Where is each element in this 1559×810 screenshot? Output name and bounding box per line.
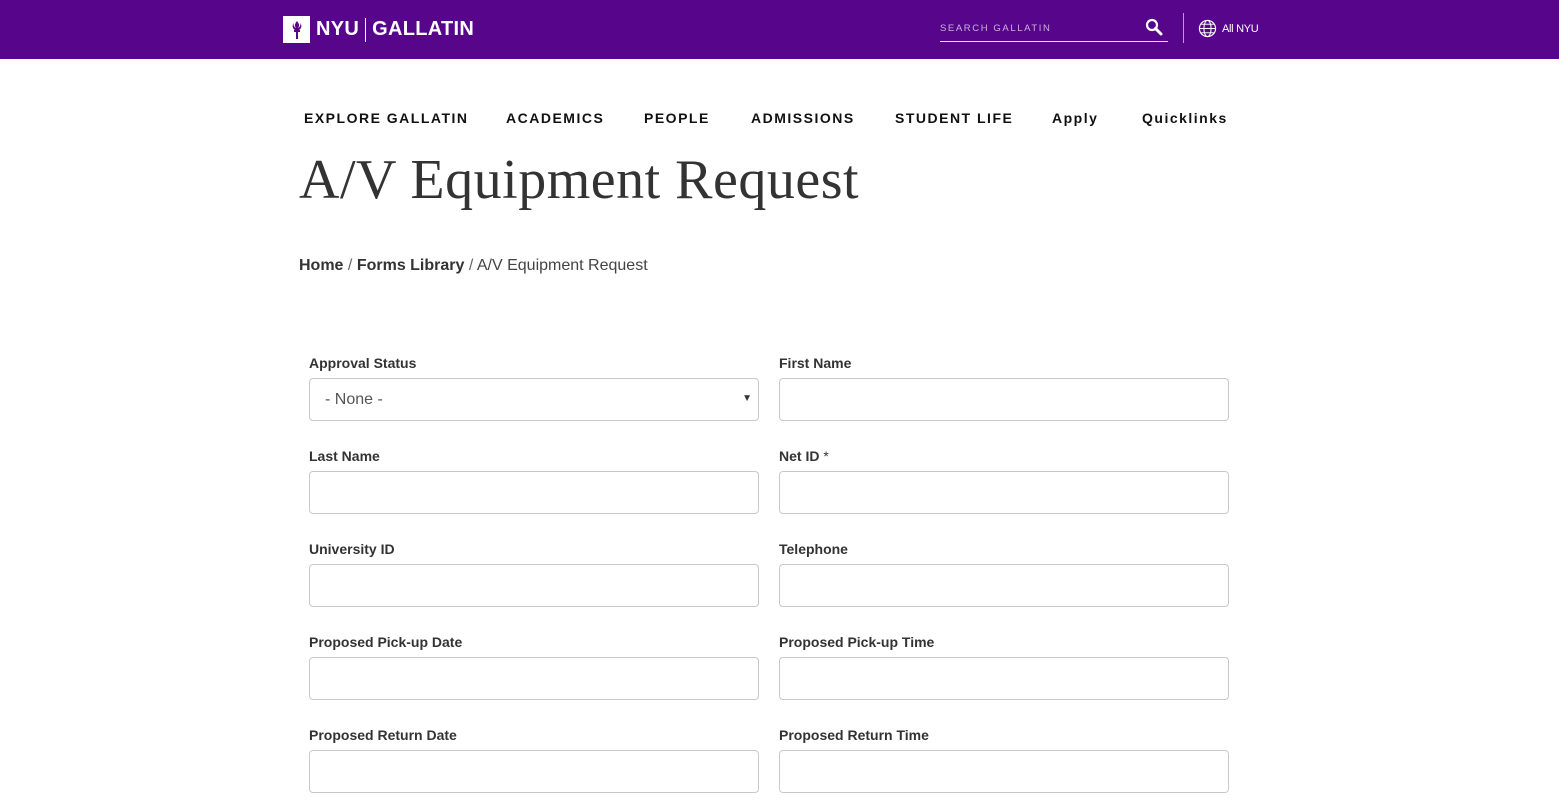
logo-nyu-text: NYU <box>316 18 360 40</box>
all-nyu-link[interactable]: All NYU <box>1198 19 1259 38</box>
net-id-label-row: Net ID * <box>779 447 1229 465</box>
telephone-input[interactable] <box>779 564 1229 607</box>
globe-icon <box>1198 19 1217 38</box>
approval-status-select[interactable]: - None - ▼ <box>309 378 759 421</box>
caret-down-icon: ▼ <box>742 393 752 404</box>
telephone-label: Telephone <box>779 541 848 557</box>
nav-people[interactable]: PEOPLE <box>644 110 710 126</box>
return-date-label: Proposed Return Date <box>309 727 457 743</box>
last-name-input[interactable] <box>309 471 759 514</box>
return-date-input[interactable] <box>309 750 759 793</box>
university-id-label: University ID <box>309 541 395 557</box>
breadcrumb-home[interactable]: Home <box>299 257 343 274</box>
first-name-input[interactable] <box>779 378 1229 421</box>
top-bar: NYU GALLATIN All NYU <box>0 0 1559 59</box>
search-input[interactable] <box>940 18 1135 38</box>
nav-quicklinks[interactable]: Quicklinks <box>1142 110 1228 126</box>
return-time-label: Proposed Return Time <box>779 727 929 743</box>
telephone-field: Telephone <box>779 540 1229 607</box>
nav-academics[interactable]: ACADEMICS <box>506 110 604 126</box>
nav-apply[interactable]: Apply <box>1052 110 1098 126</box>
nyu-torch-icon <box>283 16 310 43</box>
logo-divider <box>365 17 367 42</box>
required-marker: * <box>823 448 829 464</box>
return-time-field: Proposed Return Time <box>779 726 1229 793</box>
nav-student-life[interactable]: STUDENT LIFE <box>895 110 1013 126</box>
breadcrumb: Home / Forms Library / A/V Equipment Req… <box>299 257 648 275</box>
breadcrumb-separator: / <box>468 257 474 274</box>
pickup-time-field: Proposed Pick-up Time <box>779 633 1229 700</box>
nav-explore-gallatin[interactable]: EXPLORE GALLATIN <box>304 110 469 126</box>
first-name-field: First Name <box>779 354 1229 421</box>
approval-status-label: Approval Status <box>309 355 417 371</box>
nav-admissions[interactable]: ADMISSIONS <box>751 110 855 126</box>
header-divider <box>1183 13 1184 43</box>
breadcrumb-forms-library[interactable]: Forms Library <box>357 257 465 274</box>
university-id-input[interactable] <box>309 564 759 607</box>
university-id-field: University ID <box>309 540 759 607</box>
nyu-gallatin-logo[interactable]: NYU GALLATIN <box>283 16 474 43</box>
approval-status-field: Approval Status - None - ▼ <box>309 354 759 421</box>
return-time-input[interactable] <box>779 750 1229 793</box>
logo-gallatin-text: GALLATIN <box>372 18 475 40</box>
search-icon[interactable] <box>1145 18 1165 38</box>
first-name-label: First Name <box>779 355 852 371</box>
all-nyu-label: All NYU <box>1222 22 1259 35</box>
breadcrumb-current: A/V Equipment Request <box>476 257 648 274</box>
net-id-field: Net ID * <box>779 447 1229 514</box>
approval-status-value: - None - <box>325 390 383 408</box>
page-title: A/V Equipment Request <box>299 149 860 211</box>
last-name-field: Last Name <box>309 447 759 514</box>
pickup-time-label: Proposed Pick-up Time <box>779 634 935 650</box>
pickup-date-input[interactable] <box>309 657 759 700</box>
pickup-date-field: Proposed Pick-up Date <box>309 633 759 700</box>
last-name-label: Last Name <box>309 448 380 464</box>
breadcrumb-separator: / <box>347 257 353 274</box>
pickup-date-label: Proposed Pick-up Date <box>309 634 463 650</box>
net-id-input[interactable] <box>779 471 1229 514</box>
search-box <box>940 16 1168 42</box>
net-id-label: Net ID <box>779 448 820 464</box>
pickup-time-input[interactable] <box>779 657 1229 700</box>
return-date-field: Proposed Return Date <box>309 726 759 793</box>
